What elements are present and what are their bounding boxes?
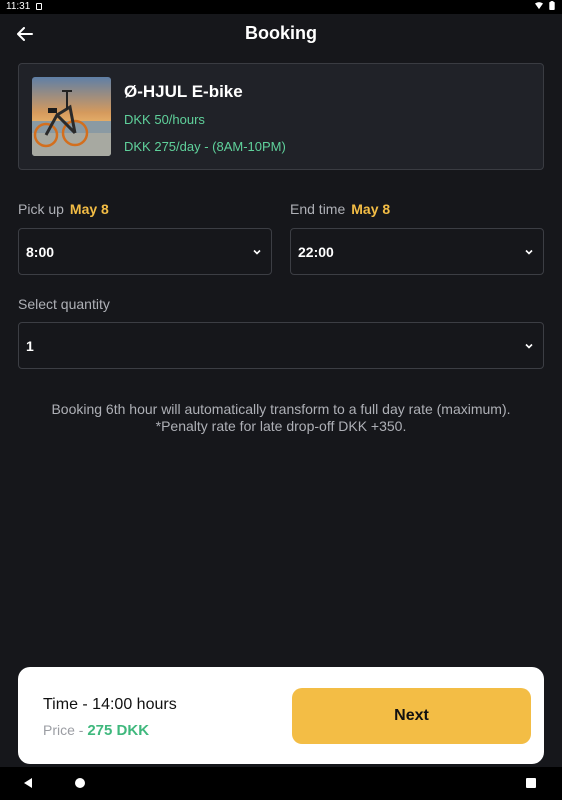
battery-icon (549, 1, 555, 10)
quantity-label: Select quantity (18, 296, 110, 312)
nav-back-icon[interactable] (22, 777, 34, 789)
end-time-select[interactable]: 22:00 (290, 228, 544, 275)
product-image (32, 77, 111, 156)
product-name: Ø-HJUL E-bike (124, 82, 243, 101)
system-nav-bar (0, 767, 562, 800)
notification-icon (36, 3, 42, 10)
quantity-value: 1 (26, 338, 34, 354)
end-date: May 8 (351, 201, 391, 217)
nav-home-icon[interactable] (75, 778, 85, 788)
price-value: 275 DKK (87, 722, 150, 739)
end-time-value: 22:00 (298, 244, 334, 260)
next-button[interactable]: Next (292, 688, 531, 744)
chevron-down-icon (525, 343, 533, 349)
end-time-label: End time May 8 (290, 201, 391, 217)
pickup-label: Pick up May 8 (18, 201, 109, 217)
quantity-select[interactable]: 1 (18, 322, 544, 369)
daily-rate: DKK 275/day - (8AM-10PM) (124, 139, 286, 154)
booking-summary-panel: Time - 14:00 hours Price - 275 DKK Next (18, 667, 544, 764)
booking-notice: Booking 6th hour will automatically tran… (18, 401, 544, 435)
nav-recents-icon[interactable] (526, 778, 536, 788)
price-label: Price - (43, 722, 88, 738)
summary-price: Price - 275 DKK (43, 722, 149, 739)
product-card: Ø-HJUL E-bike DKK 50/hours DKK 275/day -… (18, 63, 544, 170)
pickup-time-select[interactable]: 8:00 (18, 228, 272, 275)
pickup-time-value: 8:00 (26, 244, 55, 260)
chevron-down-icon (253, 249, 261, 255)
wifi-icon (535, 2, 543, 10)
summary-time: Time - 14:00 hours (43, 696, 177, 713)
pickup-date: May 8 (69, 201, 109, 217)
notice-line-2: *Penalty rate for late drop-off DKK +350… (155, 418, 407, 434)
chevron-down-icon (525, 249, 533, 255)
app-bar: Booking (0, 14, 562, 54)
notice-line-1: Booking 6th hour will automatically tran… (51, 401, 511, 417)
hourly-rate: DKK 50/hours (124, 112, 205, 127)
status-bar: 11:31 (0, 0, 562, 14)
page-title: Booking (245, 23, 317, 43)
status-time: 11:31 (6, 1, 31, 12)
